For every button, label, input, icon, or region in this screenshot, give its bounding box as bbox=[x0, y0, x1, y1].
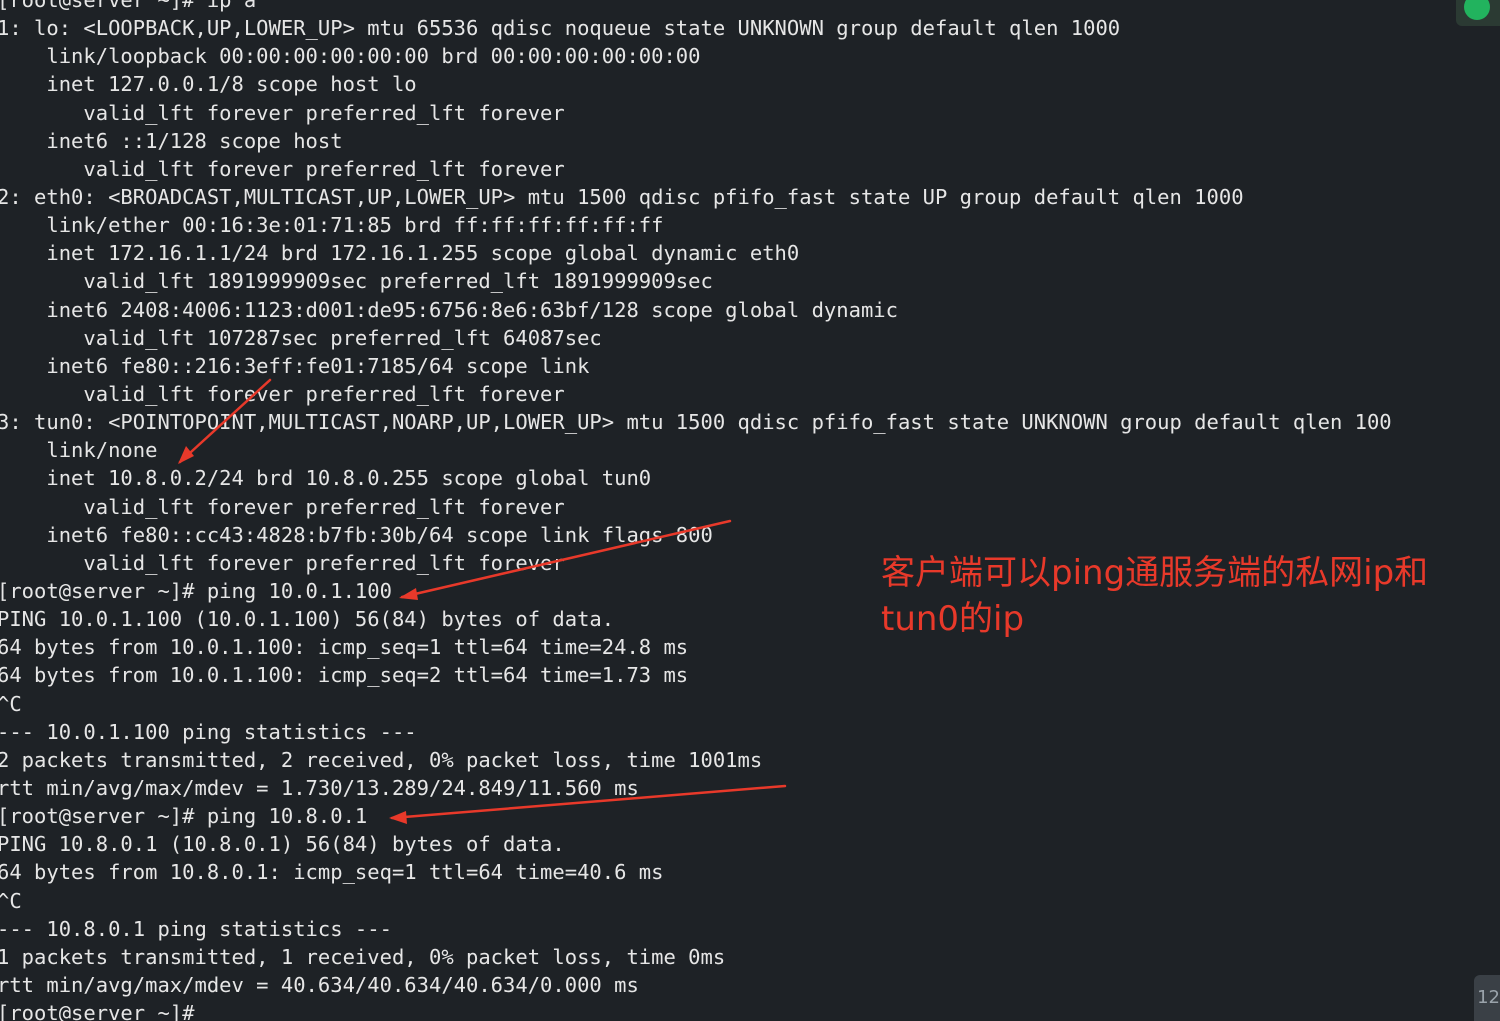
terminal-output: [root@server ~]# ip a 1: lo: <LOOPBACK,UP… bbox=[0, 0, 1392, 1021]
terminal-line: [root@server ~]# ping 10.8.0.1 bbox=[0, 804, 368, 829]
terminal-line: inet6 ::1/128 scope host bbox=[0, 128, 343, 153]
terminal-line: link/loopback 00:00:00:00:00:00 brd 00:0… bbox=[0, 44, 701, 69]
terminal-line: inet6 fe80::216:3eff:fe01:7185/64 scope … bbox=[0, 353, 590, 378]
terminal-line: inet6 2408:4006:1123:d001:de95:6756:8e6:… bbox=[0, 297, 898, 322]
terminal-line: ^C bbox=[0, 888, 22, 913]
terminal-window[interactable]: [root@server ~]# ip a 1: lo: <LOOPBACK,UP… bbox=[0, 0, 1500, 1021]
terminal-line: valid_lft forever preferred_lft forever bbox=[0, 494, 565, 519]
terminal-line: 64 bytes from 10.8.0.1: icmp_seq=1 ttl=6… bbox=[0, 860, 664, 885]
terminal-line: ^C bbox=[0, 691, 22, 716]
corner-widget[interactable]: 12 bbox=[1474, 975, 1500, 1021]
terminal-line: rtt min/avg/max/mdev = 40.634/40.634/40.… bbox=[0, 972, 639, 997]
terminal-line: 2: eth0: <BROADCAST,MULTICAST,UP,LOWER_U… bbox=[0, 184, 1244, 209]
terminal-line: valid_lft 1891999909sec preferred_lft 18… bbox=[0, 269, 713, 294]
terminal-line: 1: lo: <LOOPBACK,UP,LOWER_UP> mtu 65536 … bbox=[0, 16, 1121, 41]
terminal-line: 1 packets transmitted, 1 received, 0% pa… bbox=[0, 944, 726, 969]
terminal-line: inet6 fe80::cc43:4828:b7fb:30b/64 scope … bbox=[0, 522, 713, 547]
check-circle-icon bbox=[1464, 0, 1490, 20]
annotation-note: 客户端可以ping通服务端的私网ip和tun0的ip bbox=[881, 553, 1429, 639]
terminal-line: link/ether 00:16:3e:01:71:85 brd ff:ff:f… bbox=[0, 213, 664, 238]
terminal-line: valid_lft forever preferred_lft forever bbox=[0, 100, 565, 125]
corner-widget-label: 12 bbox=[1477, 987, 1500, 1008]
terminal-line: valid_lft forever preferred_lft forever bbox=[0, 156, 565, 181]
terminal-line: valid_lft forever preferred_lft forever bbox=[0, 381, 565, 406]
terminal-line: valid_lft 107287sec preferred_lft 64087s… bbox=[0, 325, 602, 350]
terminal-line: [root@server ~]# bbox=[0, 1001, 195, 1021]
terminal-line: link/none bbox=[0, 438, 158, 463]
terminal-line: PING 10.8.0.1 (10.8.0.1) 56(84) bytes of… bbox=[0, 832, 565, 857]
terminal-line: inet 172.16.1.1/24 brd 172.16.1.255 scop… bbox=[0, 241, 800, 266]
status-indicator[interactable] bbox=[1456, 0, 1500, 26]
terminal-line: inet 127.0.0.1/8 scope host lo bbox=[0, 72, 417, 97]
terminal-line: --- 10.0.1.100 ping statistics --- bbox=[0, 719, 417, 744]
terminal-line: 2 packets transmitted, 2 received, 0% pa… bbox=[0, 747, 763, 772]
terminal-line: rtt min/avg/max/mdev = 1.730/13.289/24.8… bbox=[0, 775, 639, 800]
terminal-line: --- 10.8.0.1 ping statistics --- bbox=[0, 916, 392, 941]
terminal-line: inet 10.8.0.2/24 brd 10.8.0.255 scope gl… bbox=[0, 466, 652, 491]
terminal-line: [root@server ~]# ip a bbox=[0, 0, 257, 12]
terminal-line: 3: tun0: <POINTOPOINT,MULTICAST,NOARP,UP… bbox=[0, 410, 1392, 435]
terminal-line: 64 bytes from 10.0.1.100: icmp_seq=2 ttl… bbox=[0, 663, 689, 688]
